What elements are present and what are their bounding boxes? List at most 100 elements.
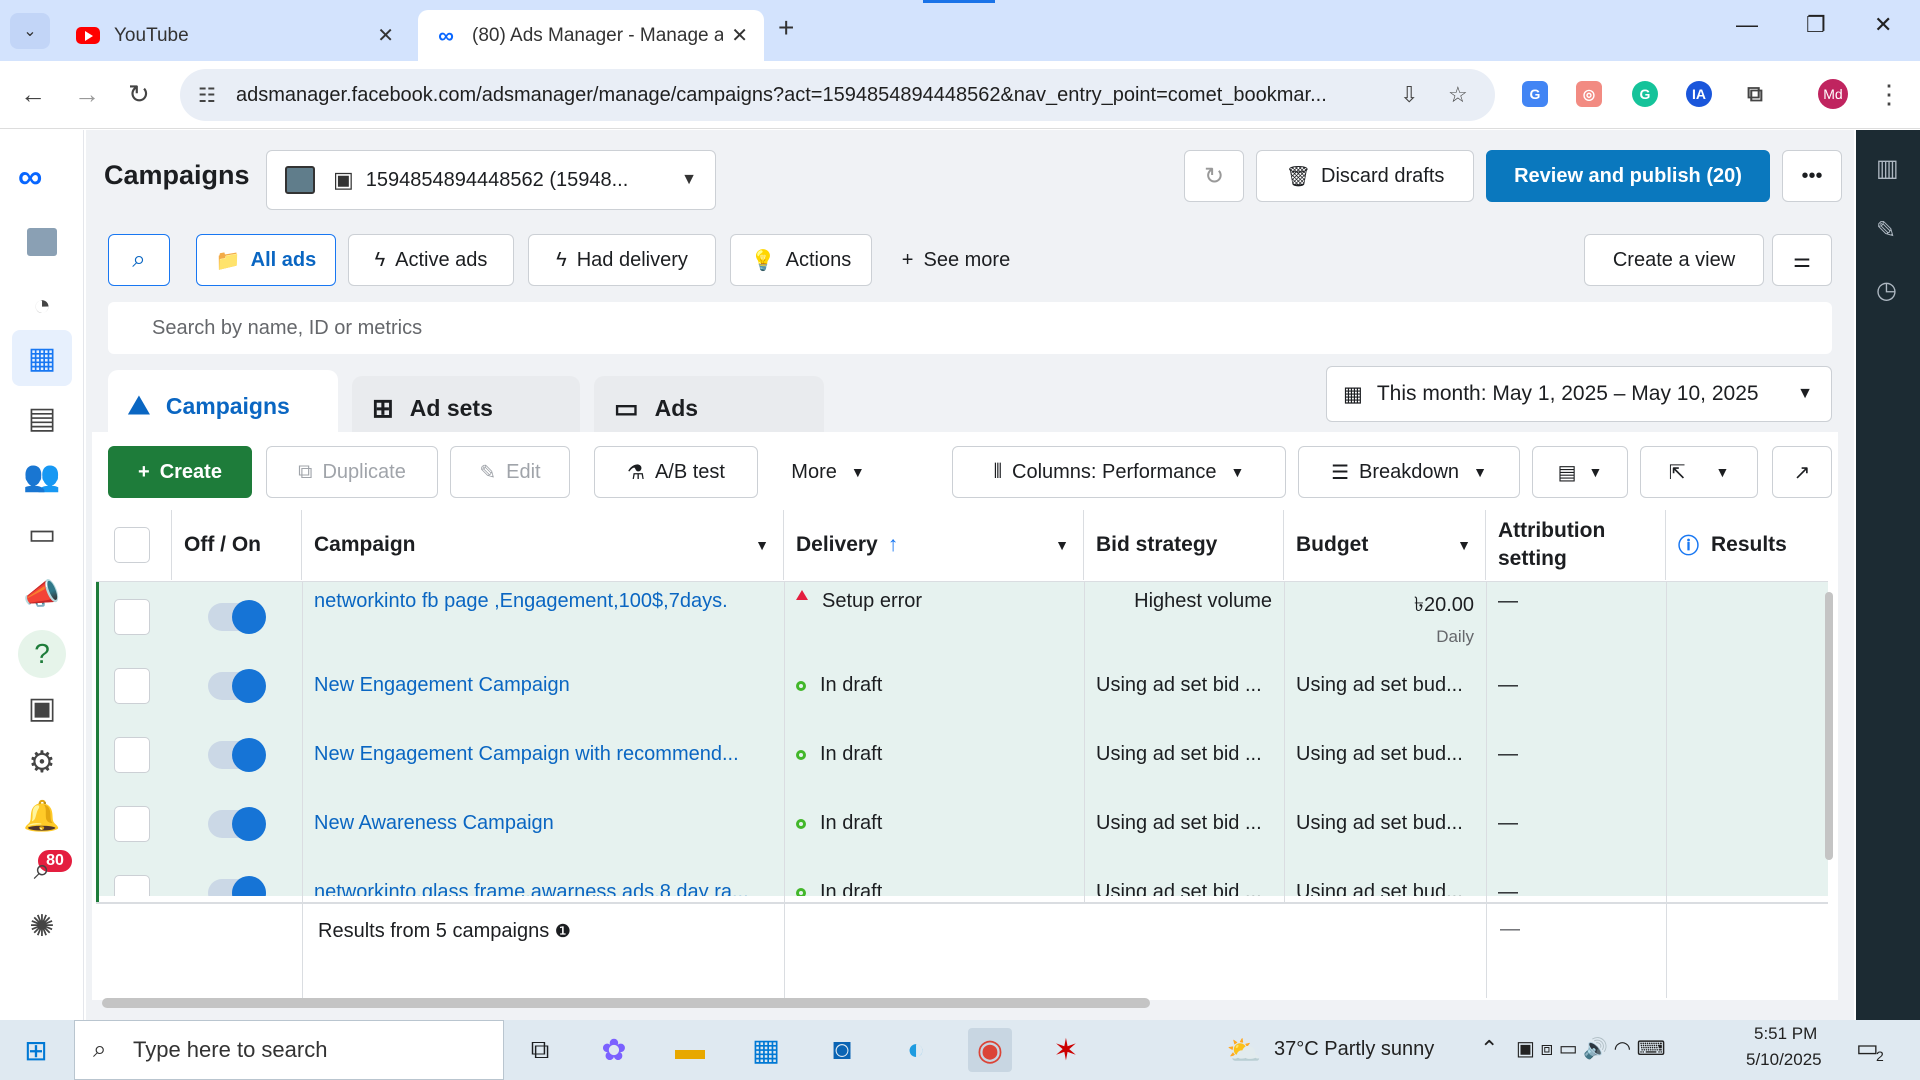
actions-filter[interactable]: 💡 Actions (730, 234, 872, 286)
vertical-scrollbar[interactable] (1825, 592, 1833, 860)
table-row[interactable]: New Awareness Campaign In draft Using ad s… (96, 789, 1828, 858)
campaign-name-link[interactable]: networkinto,glass frame,awarness ads,8 d… (302, 858, 784, 896)
table-row[interactable]: networkinto fb page ,Engagement,100$,7da… (96, 582, 1828, 651)
all-ads-filter[interactable]: 📁 All ads (196, 234, 336, 286)
table-row[interactable]: networkinto,glass frame,awarness ads,8 d… (96, 858, 1828, 896)
new-tab-button[interactable]: + (778, 12, 794, 44)
row-checkbox[interactable] (114, 874, 150, 896)
campaign-name-link[interactable]: New Engagement Campaign with recommend..… (302, 720, 784, 789)
review-publish-button[interactable]: Review and publish (20) (1486, 150, 1770, 202)
tab-ad-sets[interactable]: ⊞ Ad sets (352, 376, 580, 440)
close-tab-icon[interactable]: ✕ (731, 23, 748, 48)
help-icon[interactable]: ? (12, 626, 72, 682)
export-button[interactable]: ⇱ ▼ (1640, 446, 1758, 498)
ia-extension-icon[interactable]: IA (1686, 81, 1712, 107)
row-checkbox[interactable] (114, 805, 150, 842)
forward-icon[interactable]: → (74, 79, 100, 110)
header-campaign[interactable]: Campaign ▼ (302, 510, 784, 580)
create-view-button[interactable]: Create a view (1584, 234, 1764, 286)
outlook-icon[interactable]: ◙ (820, 1028, 864, 1072)
create-button[interactable]: + Create (108, 446, 252, 498)
edit-button[interactable]: ✎ Edit (450, 446, 570, 498)
tray-chevron-icon[interactable]: ⌃ (1480, 1036, 1498, 1062)
store-icon[interactable]: ▦ (744, 1028, 788, 1072)
clock-date[interactable]: 5/10/2025 (1746, 1050, 1822, 1070)
minimize-icon[interactable]: — (1736, 12, 1758, 38)
tab-ads[interactable]: ▭ Ads (594, 376, 824, 440)
campaign-toggle[interactable] (208, 875, 266, 896)
header-delivery[interactable]: Delivery ↑ ▼ (784, 510, 1084, 580)
grammarly-icon[interactable]: G (1632, 81, 1658, 107)
date-range-selector[interactable]: ▦ This month: May 1, 2025 – May 10, 2025 ▼ (1326, 366, 1832, 422)
close-tab-icon[interactable]: ✕ (377, 23, 394, 48)
screenshot-extension-icon[interactable]: ◎ (1576, 81, 1602, 107)
row-checkbox[interactable] (114, 667, 150, 704)
app-icon[interactable]: ✶ (1044, 1028, 1088, 1072)
breakdown-dropdown[interactable]: ☰ Breakdown ▼ (1298, 446, 1520, 498)
file-explorer-icon[interactable]: ▬ (668, 1028, 712, 1072)
header-bid-strategy[interactable]: Bid strategy (1084, 510, 1284, 580)
dashboard-gauge-icon[interactable]: ◔ (12, 278, 72, 334)
bug-report-icon[interactable]: ✺ (12, 898, 72, 954)
chart-toggle-button[interactable]: ↗ (1772, 446, 1832, 498)
more-dropdown[interactable]: More ▼ (774, 446, 882, 498)
reports-dropdown[interactable]: ▤ ▼ (1532, 446, 1628, 498)
notifications-bell-icon[interactable]: 🔔 (12, 788, 72, 844)
discard-drafts-button[interactable]: 🗑 Discard drafts (1256, 150, 1474, 202)
table-row[interactable]: New Engagement Campaign In draft Using ad … (96, 651, 1828, 720)
columns-dropdown[interactable]: ⫴ Columns: Performance ▼ (952, 446, 1286, 498)
duplicate-button[interactable]: ⧉ Duplicate (266, 446, 438, 498)
campaign-toggle[interactable] (208, 806, 266, 841)
horizontal-scrollbar[interactable] (102, 998, 1150, 1008)
campaign-name-link[interactable]: New Awareness Campaign (302, 789, 784, 858)
search-input[interactable]: Search by name, ID or metrics (108, 302, 1832, 354)
campaign-toggle[interactable] (208, 737, 266, 772)
close-window-icon[interactable]: ✕ (1874, 12, 1892, 38)
pencil-icon[interactable]: ✎ (1876, 216, 1896, 245)
refresh-button[interactable]: ↻ (1184, 150, 1244, 202)
meta-logo-icon[interactable]: ∞ (18, 158, 42, 197)
active-ads-filter[interactable]: ϟ Active ads (348, 234, 514, 286)
search-button[interactable]: ⌕ (108, 234, 170, 286)
account-avatar-icon[interactable] (12, 214, 72, 270)
translate-extension-icon[interactable]: G (1522, 81, 1548, 107)
header-budget[interactable]: Budget ▼ (1284, 510, 1486, 580)
had-delivery-filter[interactable]: ϟ Had delivery (528, 234, 716, 286)
header-results[interactable]: ⓘ Results (1666, 510, 1828, 580)
weather-icon[interactable]: ⛅ (1222, 1028, 1266, 1072)
header-attribution[interactable]: Attribution setting (1486, 510, 1666, 580)
weather-text[interactable]: 37°C Partly sunny (1274, 1038, 1434, 1061)
audiences-icon[interactable]: 👥 (12, 448, 72, 504)
see-more-button[interactable]: + See more (886, 234, 1026, 286)
chrome-icon[interactable]: ◉ (968, 1028, 1012, 1072)
browser-menu-icon[interactable]: ⋮ (1876, 79, 1902, 110)
chart-icon[interactable]: ▥ (1876, 154, 1899, 183)
tab-ads-manager[interactable]: ∞ (80) Ads Manager - Manage ads ✕ (418, 10, 764, 61)
campaign-toggle[interactable] (208, 599, 266, 634)
ab-test-button[interactable]: ⚗ A/B test (594, 446, 758, 498)
history-clock-icon[interactable]: ◷ (1876, 276, 1897, 305)
tray-icons[interactable]: ▣ ⧈ ▭ 🔊 ◠ ⌨ (1516, 1036, 1666, 1061)
campaign-toggle[interactable] (208, 668, 266, 703)
taskbar-search-input[interactable]: ⌕ Type here to search (74, 1020, 504, 1080)
more-options-button[interactable]: ••• (1782, 150, 1842, 202)
header-off-on[interactable]: Off / On (172, 510, 302, 580)
edge-icon[interactable]: ◐ (894, 1028, 938, 1072)
campaign-name-link[interactable]: New Engagement Campaign (302, 651, 784, 720)
task-view-icon[interactable]: ⧉ (518, 1028, 562, 1072)
reload-icon[interactable]: ↻ (128, 79, 150, 110)
clock-time[interactable]: 5:51 PM (1754, 1024, 1817, 1044)
restore-icon[interactable]: ❐ (1806, 12, 1826, 38)
news-icon[interactable]: ▣ (12, 680, 72, 736)
advertise-megaphone-icon[interactable]: 📣 (12, 566, 72, 622)
tab-youtube[interactable]: YouTube ✕ (60, 10, 410, 61)
windows-start-icon[interactable]: ⊞ (14, 1028, 58, 1072)
tab-list-button[interactable]: ⌄ (10, 13, 50, 49)
campaign-name-link[interactable]: networkinto fb page ,Engagement,100$,7da… (302, 582, 784, 651)
select-all-checkbox[interactable] (114, 527, 150, 563)
profile-avatar[interactable]: Md (1818, 79, 1848, 109)
bookmark-star-icon[interactable]: ☆ (1448, 82, 1468, 108)
account-selector[interactable]: ▣ 1594854894448562 (15948... ▼ (266, 150, 716, 210)
settings-gear-icon[interactable]: ⚙ (12, 734, 72, 790)
table-row[interactable]: New Engagement Campaign with recommend..… (96, 720, 1828, 789)
